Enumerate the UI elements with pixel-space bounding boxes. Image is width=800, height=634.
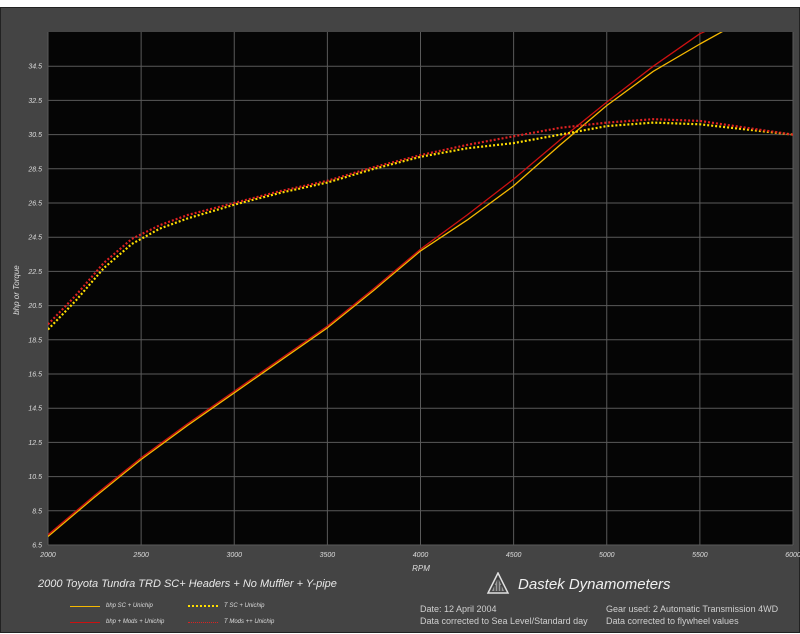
y-tick-label: 34.5 [28, 64, 42, 71]
legend-swatch-bhp-mods [70, 621, 100, 623]
legend-label-t-mods: T Mods ++ Unichip [224, 619, 275, 625]
x-tick-label: 2000 [39, 552, 56, 559]
y-tick-label: 22.5 [27, 269, 42, 276]
legend-t-sc: T SC + Unichip [188, 603, 265, 609]
legend-label-bhp-mods: bhp + Mods + Unichip [106, 619, 165, 625]
y-tick-label: 24.5 [27, 235, 42, 242]
x-tick-label: 4000 [413, 552, 429, 559]
legend-bhp-mods: bhp + Mods + Unichip [70, 619, 164, 625]
y-tick-label: 32.5 [28, 98, 42, 105]
info-corrected-flywheel: Data corrected to flywheel values [606, 616, 739, 626]
y-tick-label: 26.5 [27, 201, 42, 208]
x-tick-label: 4500 [506, 552, 522, 559]
y-tick-label: 28.5 [27, 166, 42, 173]
y-tick-label: 30.5 [28, 132, 42, 139]
info-gear: Gear used: 2 Automatic Transmission 4WD [606, 604, 779, 614]
brand-name: Dastek Dynamometers [518, 575, 671, 593]
legend-swatch-t-mods [188, 621, 218, 623]
y-tick-label: 12.5 [28, 440, 42, 447]
x-tick-label: 5000 [599, 552, 615, 559]
y-tick-label: 6.5 [32, 543, 42, 550]
dyno-chart: 2000 2500 3000 3500 4000 4500 5000 5500 6000 6.5 8… [12, 32, 800, 573]
legend-swatch-t-sc [188, 605, 218, 607]
legend-label-t-sc: T SC + Unichip [224, 603, 265, 609]
dastek-logo-icon [486, 572, 510, 594]
y-tick-label: 18.5 [28, 337, 42, 344]
y-tick-label: 16.5 [28, 372, 42, 379]
x-tick-label: 3000 [226, 552, 242, 559]
x-axis-label: RPM [412, 564, 430, 573]
x-tick-label: 6000 [785, 552, 800, 559]
x-tick-label: 3500 [320, 552, 336, 559]
brand: Dastek Dynamometers [486, 572, 671, 596]
y-tick-label: 14.5 [28, 406, 42, 413]
y-tick-label: 20.5 [27, 303, 42, 310]
y-tick-label: 10.5 [28, 474, 42, 481]
info-corrected-sea: Data corrected to Sea Level/Standard day [420, 616, 588, 626]
legend-swatch-bhp-sc [70, 605, 100, 607]
x-tick-label: 5500 [692, 552, 708, 559]
chart-title: 2000 Toyota Tundra TRD SC+ Headers + No … [38, 578, 337, 590]
legend-bhp-sc: bhp SC + Unichip [70, 603, 153, 609]
info-date: Date: 12 April 2004 [420, 604, 497, 614]
legend-label-bhp-sc: bhp SC + Unichip [106, 603, 153, 609]
y-axis-label: bhp or Torque [12, 265, 21, 315]
x-tick-label: 2500 [132, 552, 149, 559]
legend-t-mods: T Mods ++ Unichip [188, 619, 274, 625]
y-tick-label: 8.5 [32, 508, 42, 515]
